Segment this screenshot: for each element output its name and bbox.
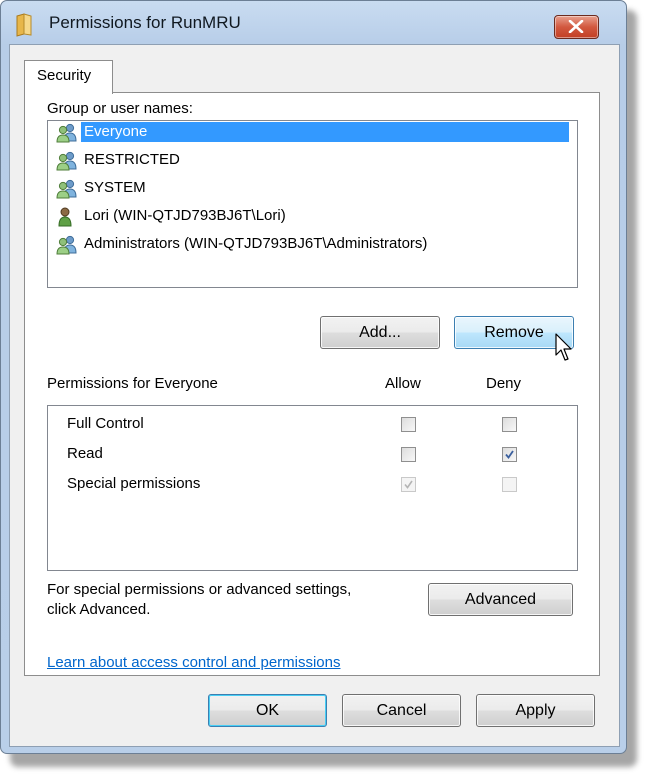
close-button[interactable] <box>554 15 599 39</box>
tab-security[interactable]: Security <box>24 60 113 94</box>
dialog-client-area: Security Group or user names: Everyone R… <box>9 44 620 747</box>
folder-icon <box>15 13 37 37</box>
advanced-button[interactable]: Advanced <box>428 583 573 616</box>
permission-name: Full Control <box>67 415 144 432</box>
mouse-cursor-icon <box>555 333 572 361</box>
special-permissions-allow-checkbox <box>401 477 416 492</box>
permissions-header: Permissions for Everyone <box>47 375 218 392</box>
advanced-hint-line1: For special permissions or advanced sett… <box>47 581 352 598</box>
user-name: RESTRICTED <box>84 151 180 168</box>
read-deny-checkbox[interactable] <box>502 447 517 462</box>
permission-name: Special permissions <box>67 475 201 492</box>
list-item-everyone[interactable]: Everyone <box>50 121 574 145</box>
checkmark-icon <box>505 450 514 459</box>
advanced-hint-line2: click Advanced. <box>47 601 151 618</box>
group-icon <box>56 151 78 171</box>
deny-column-header: Deny <box>486 375 522 392</box>
user-name: SYSTEM <box>84 179 146 196</box>
full-control-deny-checkbox[interactable] <box>502 417 517 432</box>
user-name: Administrators (WIN-QTJD793BJ6T\Administ… <box>84 235 428 252</box>
window-title: Permissions for RunMRU <box>49 13 241 32</box>
permissions-dialog: Permissions for RunMRU Security Group or… <box>0 0 627 754</box>
group-icon <box>56 123 78 143</box>
ok-button[interactable]: OK <box>208 694 327 727</box>
full-control-allow-checkbox[interactable] <box>401 417 416 432</box>
group-user-names-label: Group or user names: <box>47 100 193 117</box>
security-tab-panel: Group or user names: Everyone RESTRICTED… <box>24 92 600 676</box>
list-item-restricted[interactable]: RESTRICTED <box>50 149 574 173</box>
user-list[interactable]: Everyone RESTRICTED SYSTEM Lori (WIN-QTJ… <box>47 120 578 288</box>
apply-button[interactable]: Apply <box>476 694 595 727</box>
learn-access-control-link[interactable]: Learn about access control and permissio… <box>47 654 341 671</box>
special-permissions-deny-checkbox <box>502 477 517 492</box>
group-icon <box>56 235 78 255</box>
list-item-system[interactable]: SYSTEM <box>50 177 574 201</box>
list-item-lori[interactable]: Lori (WIN-QTJD793BJ6T\Lori) <box>50 205 574 229</box>
list-item-administrators[interactable]: Administrators (WIN-QTJD793BJ6T\Administ… <box>50 233 574 257</box>
permissions-list: Full Control Read Special permissions <box>47 405 578 571</box>
checkmark-icon <box>404 480 413 489</box>
permission-name: Read <box>67 445 103 462</box>
close-icon <box>568 20 584 33</box>
allow-column-header: Allow <box>385 375 421 392</box>
cancel-button[interactable]: Cancel <box>342 694 461 727</box>
read-allow-checkbox[interactable] <box>401 447 416 462</box>
user-name: Lori (WIN-QTJD793BJ6T\Lori) <box>84 207 286 224</box>
title-bar[interactable]: Permissions for RunMRU <box>1 1 626 45</box>
add-button[interactable]: Add... <box>320 316 440 349</box>
user-icon <box>56 207 78 227</box>
user-name: Everyone <box>81 122 569 142</box>
group-icon <box>56 179 78 199</box>
tab-security-label: Security <box>37 67 92 84</box>
